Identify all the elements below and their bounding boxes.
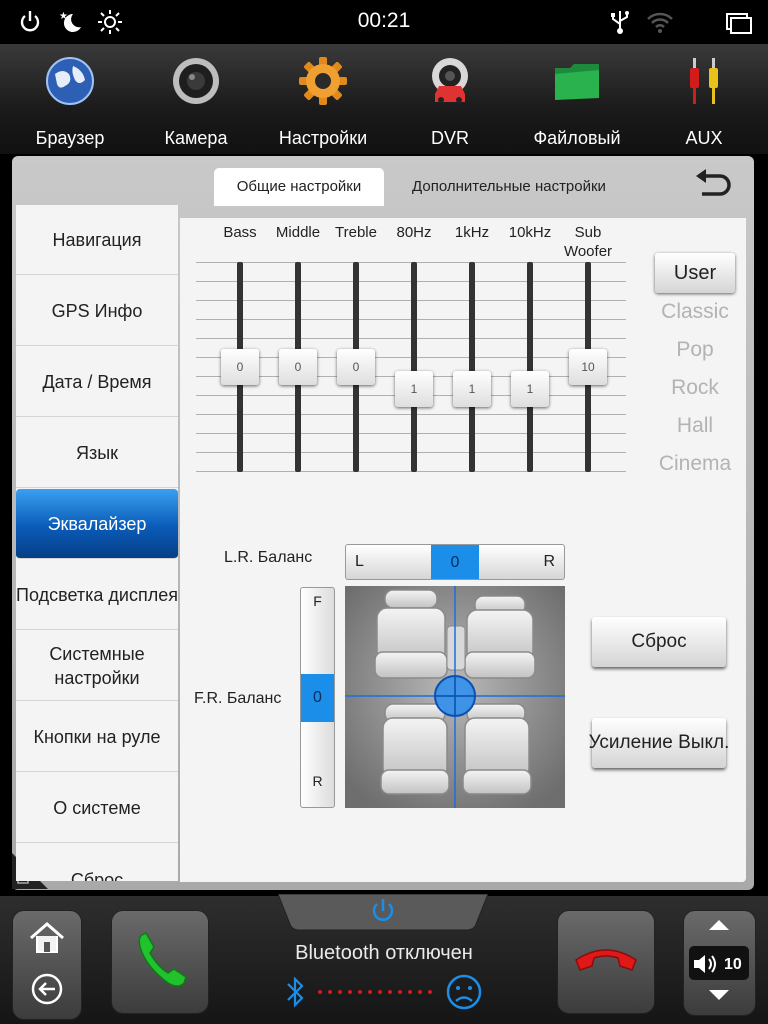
- tab-general-settings[interactable]: Общие настройки: [214, 168, 384, 206]
- eq-band-label: Middle: [275, 224, 321, 241]
- browser-globe-icon: [46, 57, 94, 105]
- fr-balance-thumb[interactable]: 0: [301, 674, 334, 722]
- eq-band-label: 1kHz: [454, 224, 490, 241]
- volume-value: 10: [724, 956, 742, 973]
- bluetooth-status-text: Bluetooth отключен: [295, 942, 473, 964]
- app-files[interactable]: Файловый: [513, 44, 641, 154]
- fr-balance-label: F.R. Баланс: [194, 690, 282, 707]
- dvr-icon: [432, 58, 468, 103]
- eq-slider-knob[interactable]: 0: [279, 349, 317, 385]
- camera-lens-icon: [173, 58, 219, 104]
- sidebar-item-language[interactable]: Язык: [16, 418, 178, 488]
- preset-cinema[interactable]: Cinema: [648, 452, 742, 476]
- lr-balance-slider[interactable]: L 0 R: [345, 544, 565, 580]
- seat-front-right: [464, 595, 536, 679]
- back-circle-icon[interactable]: [29, 971, 65, 1007]
- settings-sidebar: Навигация GPS Инфо Дата / Время Язык Экв…: [16, 205, 178, 881]
- eq-track-1khz[interactable]: [469, 262, 475, 472]
- usb-icon: [611, 11, 629, 34]
- loudness-toggle-label: Усиление Выкл.: [588, 732, 730, 753]
- seat-front-left: [374, 589, 448, 679]
- volume-up-icon[interactable]: [707, 918, 731, 932]
- fr-rear-label: R: [312, 773, 323, 789]
- loudness-toggle-button[interactable]: Усиление Выкл.: [589, 718, 729, 768]
- volume-down-icon[interactable]: [707, 988, 731, 1002]
- app-aux[interactable]: AUX: [640, 44, 768, 154]
- preset-hall[interactable]: Hall: [648, 414, 742, 438]
- eq-slider-knob[interactable]: 0: [337, 349, 375, 385]
- eq-slider-knob[interactable]: 1: [511, 371, 549, 408]
- tab-advanced-settings[interactable]: Дополнительные настройки: [394, 168, 624, 206]
- eq-band-label: Bass: [223, 224, 257, 241]
- back-arrow-icon[interactable]: [692, 168, 732, 202]
- lr-balance-thumb[interactable]: 0: [431, 545, 479, 579]
- car-seats-balance-pad[interactable]: [345, 586, 565, 808]
- aux-cable-icon: [690, 58, 718, 104]
- phone-hangup-icon: [575, 949, 637, 971]
- recent-apps-icon[interactable]: [724, 8, 754, 36]
- bluetooth-link-indicator: [287, 974, 482, 1010]
- sidebar-item-reset[interactable]: Сброс: [16, 844, 178, 881]
- fr-front-label: F: [313, 593, 322, 609]
- wifi-icon: [647, 12, 673, 33]
- eq-slider-knob[interactable]: 0: [221, 349, 259, 385]
- preset-classic[interactable]: Classic: [648, 300, 742, 324]
- app-settings[interactable]: Настройки: [259, 44, 387, 154]
- eq-band-label: Treble: [335, 224, 377, 241]
- status-bar: ★ 00:21: [0, 0, 768, 44]
- gear-icon: [299, 57, 347, 105]
- eq-slider-knob[interactable]: 1: [453, 371, 491, 408]
- preset-rock[interactable]: Rock: [648, 376, 742, 400]
- seat-rear-right: [462, 703, 532, 795]
- eq-band-label: 10kHz: [508, 224, 552, 241]
- home-icon[interactable]: [27, 920, 67, 956]
- sidebar-item-date-time[interactable]: Дата / Время: [16, 347, 178, 417]
- tab-strip: Общие настройки Дополнительные настройки: [12, 156, 754, 206]
- eq-slider-knob[interactable]: 10: [569, 349, 607, 385]
- lr-left-label: L: [355, 553, 364, 570]
- app-dvr[interactable]: DVR: [386, 44, 514, 154]
- eq-band-label: 80Hz: [396, 224, 432, 241]
- sidebar-item-about[interactable]: О системе: [16, 773, 178, 843]
- folder-icon: [555, 64, 599, 100]
- phone-call-icon: [138, 932, 187, 987]
- preset-user-button[interactable]: User: [655, 253, 735, 293]
- app-bar: Браузер Камера Настройки DVR Файловый AU…: [0, 44, 768, 154]
- sidebar-item-equalizer[interactable]: Эквалайзер: [16, 489, 178, 559]
- app-browser[interactable]: Браузер: [6, 44, 134, 154]
- sidebar-item-steering-buttons[interactable]: Кнопки на руле: [16, 702, 178, 772]
- sidebar-item-navigation[interactable]: Навигация: [16, 205, 178, 275]
- eq-track-80hz[interactable]: [411, 262, 417, 472]
- fr-balance-slider[interactable]: F 0 R: [300, 587, 335, 808]
- sidebar-item-system-settings[interactable]: Системные настройки: [16, 631, 178, 701]
- sidebar-item-gps-info[interactable]: GPS Инфо: [16, 276, 178, 346]
- power-bar[interactable]: [278, 894, 488, 934]
- lr-balance-label: L.R. Баланс: [224, 549, 313, 566]
- eq-track-10khz[interactable]: [527, 262, 533, 472]
- preset-pop[interactable]: Pop: [648, 338, 742, 362]
- sidebar-item-display-backlight[interactable]: Подсветка дисплея: [16, 560, 178, 630]
- eq-slider-knob[interactable]: 1: [395, 371, 433, 408]
- seat-rear-left: [380, 703, 450, 795]
- speaker-icon: [694, 955, 716, 973]
- reset-button[interactable]: Сброс: [592, 617, 726, 667]
- app-camera[interactable]: Камера: [132, 44, 260, 154]
- eq-band-label: Sub Woofer: [563, 224, 613, 260]
- lr-right-label: R: [543, 553, 555, 570]
